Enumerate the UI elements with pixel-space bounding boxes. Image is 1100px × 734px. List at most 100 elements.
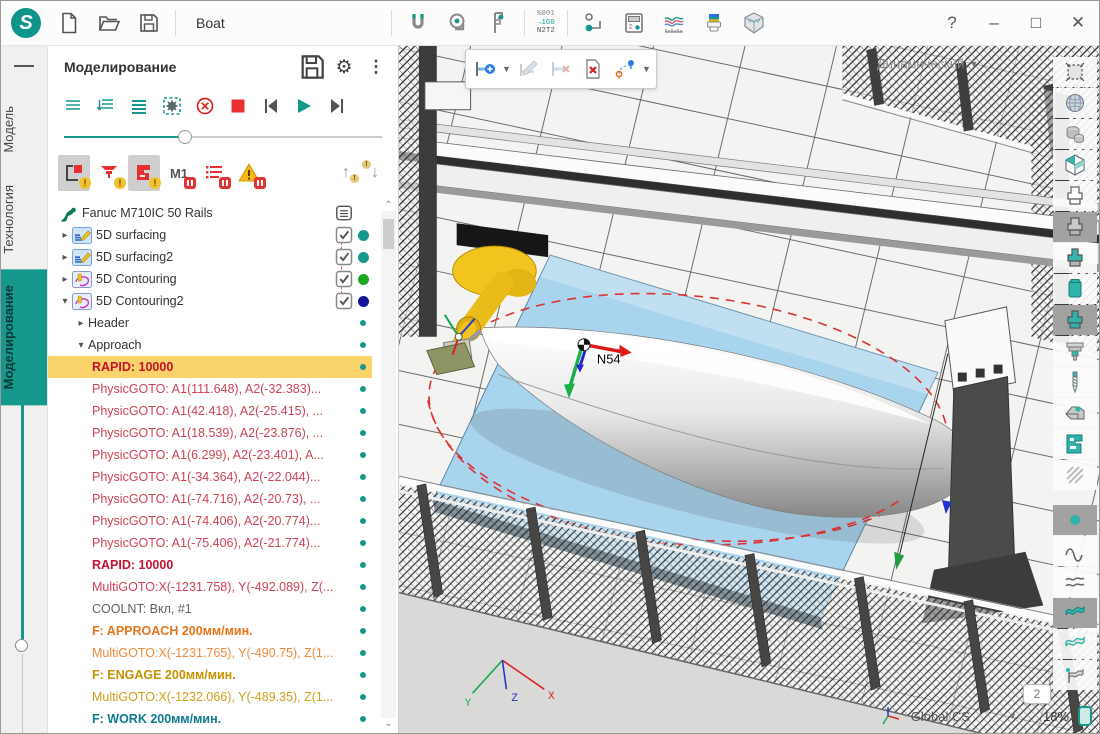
expander-icon[interactable]: ▸: [74, 318, 88, 329]
measure-tape-button[interactable]: [438, 4, 478, 42]
show-waves-button[interactable]: [1053, 567, 1097, 597]
minimize-button[interactable]: –: [973, 4, 1015, 42]
tree-item[interactable]: RAPID: 10000: [48, 554, 372, 576]
tree-item[interactable]: PhysicGOTO: A1(111.648), A2(-32.383)...: [48, 378, 372, 400]
show-holder-button[interactable]: [1053, 305, 1097, 335]
speed-slider[interactable]: [64, 136, 382, 138]
program-list-icon[interactable]: [334, 203, 354, 223]
expander-icon[interactable]: ▸: [58, 274, 72, 285]
to-start-button[interactable]: [256, 92, 285, 120]
edit-point-button[interactable]: [514, 54, 544, 84]
expander-icon[interactable]: ▾: [58, 296, 72, 307]
expander-icon[interactable]: ▾: [74, 340, 88, 351]
tree-item[interactable]: PhysicGOTO: A1(-34.364), A2(-22.044)...: [48, 466, 372, 488]
settings-button[interactable]: ⚙: [328, 51, 360, 83]
tree-item[interactable]: PhysicGOTO: A1(-74.406), A2(-20.774)...: [48, 510, 372, 532]
charts-button[interactable]: [654, 4, 694, 42]
machine-collision-filter[interactable]: !: [128, 155, 160, 191]
stop-on-error-button[interactable]: [190, 92, 219, 120]
stop-button[interactable]: [223, 92, 252, 120]
m1-stop-filter[interactable]: M1: [163, 155, 195, 191]
machining-workflow-button[interactable]: [574, 4, 614, 42]
tree-item-operation[interactable]: ▸5D surfacing2: [48, 246, 372, 268]
program-stop-filter[interactable]: [198, 155, 230, 191]
expander-icon[interactable]: ▸: [58, 230, 72, 241]
run-list-button[interactable]: [58, 92, 87, 120]
shaded-view-button[interactable]: [1053, 88, 1097, 118]
operation-checkbox[interactable]: [334, 269, 354, 289]
show-machine-teal-button[interactable]: [1053, 429, 1097, 459]
tree-item[interactable]: MultiGOTO:X(-1231.758), Y(-492.089), Z(.…: [48, 576, 372, 598]
tree-item[interactable]: PhysicGOTO: A1(-75.406), A2(-21.774)...: [48, 532, 372, 554]
to-end-button[interactable]: [322, 92, 351, 120]
part-collision-filter[interactable]: !: [58, 155, 90, 191]
show-stock-button[interactable]: [1053, 243, 1097, 273]
expander-icon[interactable]: ▸: [58, 252, 72, 263]
add-point-button[interactable]: [470, 54, 500, 84]
snap-magnet-button[interactable]: [398, 4, 438, 42]
slider-thumb[interactable]: [15, 639, 28, 652]
part-view-button[interactable]: [1053, 119, 1097, 149]
new-document-button[interactable]: [49, 4, 89, 42]
tree-item[interactable]: PhysicGOTO: A1(42.418), A2(-25.415), ...: [48, 400, 372, 422]
help-button[interactable]: ?: [931, 4, 973, 42]
save-simulation-button[interactable]: [296, 51, 328, 83]
next-error-button[interactable]: ↓!: [362, 158, 388, 188]
model-3d-button[interactable]: [734, 4, 774, 42]
operation-checkbox[interactable]: [334, 247, 354, 267]
tree-item[interactable]: PhysicGOTO: A1(6.299), A2(-23.401), A...: [48, 444, 372, 466]
tree-item[interactable]: COOLNT: Вкл, #1: [48, 598, 372, 620]
show-points-button[interactable]: [1053, 505, 1097, 535]
chevron-down-icon[interactable]: ▼: [642, 64, 652, 74]
show-fixture-button[interactable]: [1053, 212, 1097, 242]
save-project-button[interactable]: [129, 4, 169, 42]
show-toolpath-light-button[interactable]: [1053, 629, 1097, 659]
tree-item[interactable]: RAPID: 10000: [48, 356, 372, 378]
show-part-button[interactable]: [1053, 274, 1097, 304]
show-machine-button[interactable]: [1053, 398, 1097, 428]
maximize-button[interactable]: □: [1015, 4, 1057, 42]
close-button[interactable]: ✕: [1057, 4, 1099, 42]
tab-simulation[interactable]: Моделирование: [1, 269, 47, 405]
view-mode-dropdown[interactable]: Динамический ▼: [877, 56, 978, 71]
tree-item[interactable]: ▸Header: [48, 312, 372, 334]
show-workpiece-button[interactable]: [1053, 181, 1097, 211]
tab-model[interactable]: Модель: [1, 90, 47, 169]
chevron-down-icon[interactable]: ▼: [1008, 711, 1017, 721]
warning-stop-filter[interactable]: [233, 155, 265, 191]
tree-item-operation[interactable]: ▸5D surfacing: [48, 224, 372, 246]
scroll-thumb[interactable]: [383, 219, 394, 249]
viewport-3d[interactable]: N54 X Y Z: [398, 46, 1099, 733]
isometric-view-button[interactable]: [1053, 150, 1097, 180]
path-points-button[interactable]: [610, 54, 640, 84]
tree-item[interactable]: MultiGOTO:X(-1232.066), Y(-489.35), Z(1.…: [48, 686, 372, 708]
gcode-status-icon[interactable]: %001 →1G0 N2T2: [537, 10, 555, 36]
caliper-button[interactable]: [478, 4, 518, 42]
open-project-button[interactable]: [89, 4, 129, 42]
simulation-progress-slider[interactable]: [21, 392, 24, 734]
tree-item[interactable]: F: APPROACH 200мм/мин.: [48, 620, 372, 642]
coordinate-system-selector[interactable]: Global CS: [911, 709, 970, 724]
show-start-point-button[interactable]: [1053, 660, 1097, 690]
show-hatch-button[interactable]: [1053, 460, 1097, 490]
show-toolpath-button[interactable]: [1053, 598, 1097, 628]
tree-item[interactable]: ▾Approach: [48, 334, 372, 356]
main-menu-button[interactable]: [1, 46, 47, 90]
operation-checkbox[interactable]: [334, 225, 354, 245]
show-curve-button[interactable]: [1053, 536, 1097, 566]
more-menu-button[interactable]: ⋮: [360, 51, 392, 83]
run-all-button[interactable]: [124, 92, 153, 120]
tree-item[interactable]: PhysicGOTO: A1(-74.716), A2(-20.73), ...: [48, 488, 372, 510]
show-tool-button[interactable]: [1053, 367, 1097, 397]
tool-stack-button[interactable]: [694, 4, 734, 42]
prev-error-button[interactable]: ↑!: [333, 158, 359, 188]
delete-program-button[interactable]: [578, 54, 608, 84]
scroll-up-icon[interactable]: ⌃: [384, 200, 392, 211]
marquee-select-button[interactable]: [1053, 57, 1097, 87]
tree-item-machine[interactable]: Fanuc M710IC 50 Rails: [48, 202, 372, 224]
tree-item[interactable]: F: ENGAGE 200мм/мин.: [48, 664, 372, 686]
tab-technology[interactable]: Технология: [1, 169, 47, 270]
frame-mode-button[interactable]: [157, 92, 186, 120]
show-nozzle-button[interactable]: [1053, 336, 1097, 366]
slider-thumb[interactable]: [178, 130, 192, 144]
